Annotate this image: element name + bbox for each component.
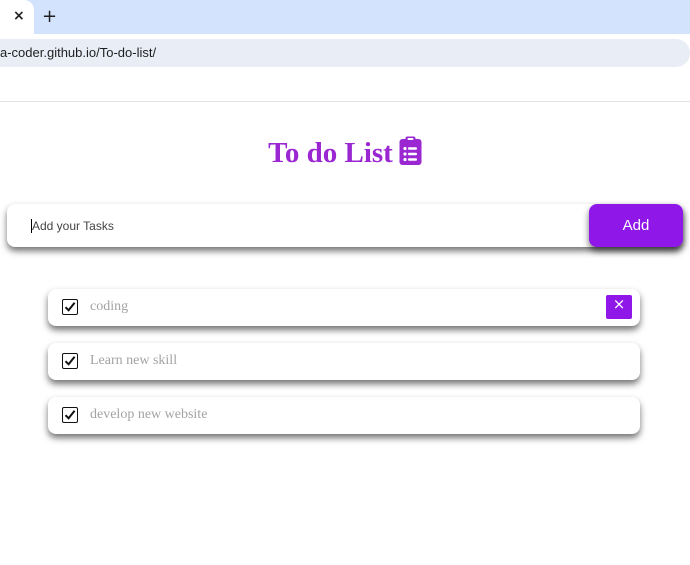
task-checkbox[interactable] (62, 299, 78, 315)
task-item: develop new website (48, 397, 640, 434)
page-title-text: To do List (268, 137, 393, 169)
toolbar-divider (0, 101, 690, 102)
browser-toolbar: a-coder.github.io/To-do-list/ (0, 34, 690, 68)
task-checkbox[interactable] (62, 353, 78, 369)
text-caret (31, 219, 32, 233)
url-text[interactable]: a-coder.github.io/To-do-list/ (0, 45, 156, 60)
task-text: coding (90, 299, 129, 314)
task-text: Learn new skill (90, 353, 178, 368)
delete-task-button[interactable]: × (606, 295, 632, 319)
close-tab-icon[interactable]: × (13, 8, 25, 24)
add-task-button[interactable]: Add (589, 204, 683, 247)
task-item: coding × (48, 289, 640, 326)
new-tab-button[interactable]: + (42, 6, 57, 27)
page-title: To do List (0, 136, 690, 172)
tab-strip: × + (0, 0, 690, 34)
address-bar[interactable]: a-coder.github.io/To-do-list/ (0, 39, 690, 67)
task-item: Learn new skill (48, 343, 640, 380)
task-text: develop new website (90, 407, 208, 422)
task-checkbox[interactable] (62, 407, 78, 423)
task-input-container: Add (7, 204, 683, 247)
task-input[interactable] (7, 204, 591, 247)
clipboard-list-icon (399, 136, 422, 173)
browser-tab[interactable]: × (0, 0, 34, 34)
